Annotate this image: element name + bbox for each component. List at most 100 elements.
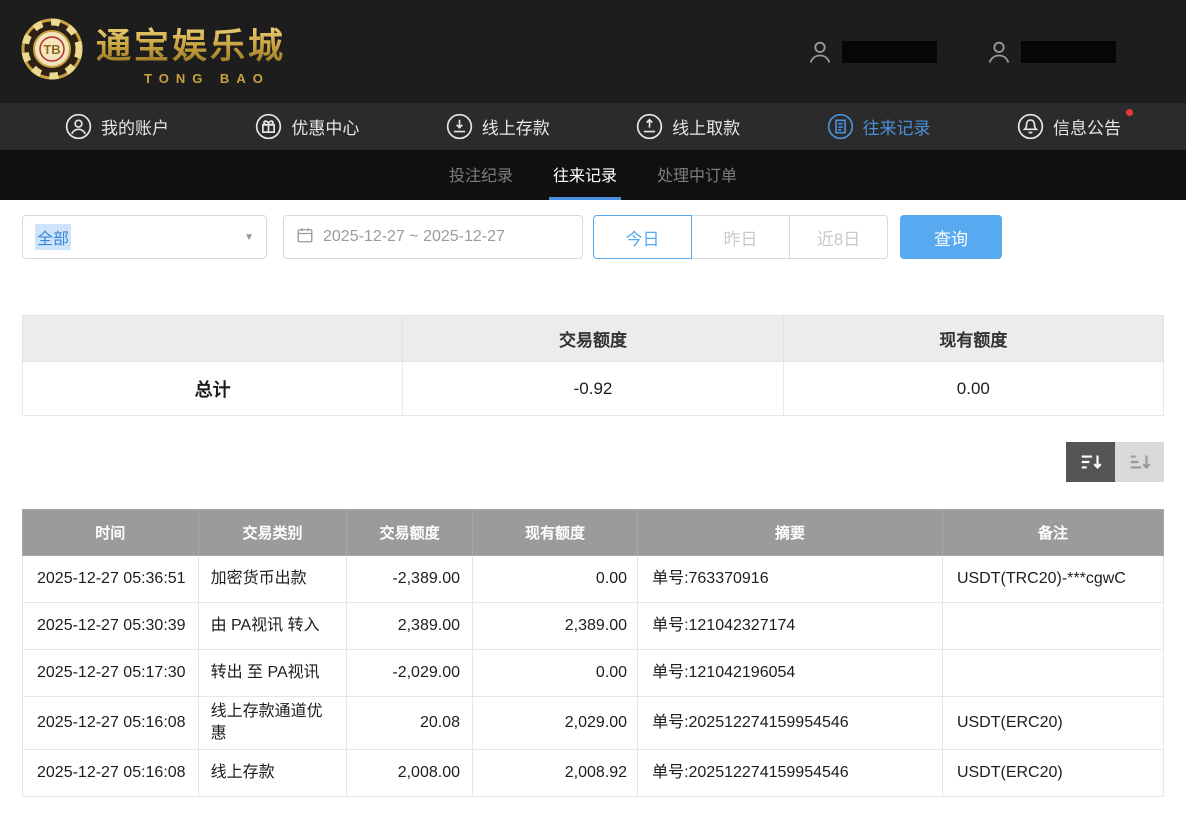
cell-remark: USDT(ERC20): [942, 750, 1163, 797]
tab-pending-orders[interactable]: 处理中订单: [653, 150, 741, 200]
nav-item-my-account[interactable]: 我的账户: [65, 113, 169, 140]
type-select[interactable]: 全部 ▼: [22, 215, 267, 259]
records-icon: [827, 113, 854, 140]
col-header-balance: 现有额度: [472, 510, 637, 556]
chip-text: TB: [43, 42, 60, 57]
summary-balance-header: 现有额度: [783, 316, 1163, 362]
cell-type: 线上存款: [198, 750, 347, 797]
sort-controls: [22, 442, 1164, 482]
summary-empty-header: [23, 316, 403, 362]
date-range-input[interactable]: 2025-12-27 ~ 2025-12-27: [283, 215, 583, 259]
cell-time: 2025-12-27 05:17:30: [23, 650, 199, 697]
col-header-remark: 备注: [942, 510, 1163, 556]
cell-balance: 2,008.92: [472, 750, 637, 797]
deposit-icon: [446, 113, 473, 140]
table-row: 2025-12-27 05:30:39 由 PA视讯 转入 2,389.00 2…: [23, 603, 1164, 650]
summary-amount-header: 交易额度: [403, 316, 783, 362]
redacted-text-bar: [1021, 41, 1116, 63]
last-8-days-button[interactable]: 近8日: [789, 215, 888, 259]
table-row: 2025-12-27 05:16:08 线上存款通道优惠 20.08 2,029…: [23, 697, 1164, 750]
query-button[interactable]: 查询: [900, 215, 1002, 259]
summary-total-row: 总计 -0.92 0.00: [23, 362, 1164, 416]
col-header-amount: 交易额度: [347, 510, 473, 556]
nav-item-withdraw[interactable]: 线上取款: [636, 113, 740, 140]
quick-date-group: 今日 昨日 近8日: [593, 215, 888, 259]
redacted-info-1: [806, 38, 937, 66]
brand-subtitle: TONG BAO: [96, 71, 286, 86]
table-header-row: 时间 交易类别 交易额度 现有额度 摘要 备注: [23, 510, 1164, 556]
main-nav: 我的账户 优惠中心 线上存款 线上取款: [0, 103, 1186, 150]
cell-type: 转出 至 PA视讯: [198, 650, 347, 697]
top-header: TB 通宝娱乐城 TONG BAO: [0, 0, 1186, 103]
cell-amount: 20.08: [347, 697, 473, 750]
table-row: 2025-12-27 05:17:30 转出 至 PA视讯 -2,029.00 …: [23, 650, 1164, 697]
brand-title: 通宝娱乐城: [96, 18, 286, 69]
date-range-value: 2025-12-27 ~ 2025-12-27: [323, 228, 505, 246]
cell-time: 2025-12-27 05:30:39: [23, 603, 199, 650]
nav-label: 信息公告: [1053, 114, 1121, 139]
cell-summary: 单号:202512274159954546: [638, 697, 943, 750]
calendar-icon: [296, 226, 314, 249]
transactions-table: 时间 交易类别 交易额度 现有额度 摘要 备注 2025-12-27 05:36…: [22, 509, 1164, 797]
cell-time: 2025-12-27 05:36:51: [23, 556, 199, 603]
cell-remark: USDT(TRC20)-***cgwC: [942, 556, 1163, 603]
nav-item-records[interactable]: 往来记录: [827, 113, 931, 140]
cell-balance: 2,389.00: [472, 603, 637, 650]
cell-amount: -2,389.00: [347, 556, 473, 603]
tab-transaction-records[interactable]: 往来记录: [549, 150, 621, 200]
nav-item-deposit[interactable]: 线上存款: [446, 113, 550, 140]
cell-balance: 2,029.00: [472, 697, 637, 750]
account-icon: [65, 113, 92, 140]
col-header-summary: 摘要: [638, 510, 943, 556]
nav-label: 优惠中心: [291, 114, 359, 139]
cell-balance: 0.00: [472, 650, 637, 697]
header-user-area: [806, 38, 1166, 66]
cell-summary: 单号:121042327174: [638, 603, 943, 650]
col-header-type: 交易类别: [198, 510, 347, 556]
cell-summary: 单号:763370916: [638, 556, 943, 603]
nav-label: 往来记录: [863, 114, 931, 139]
cell-time: 2025-12-27 05:16:08: [23, 750, 199, 797]
redacted-text-bar: [842, 41, 937, 63]
sort-ascending-button[interactable]: [1115, 442, 1164, 482]
bell-icon: [1017, 113, 1044, 140]
nav-label: 我的账户: [101, 114, 169, 139]
table-row: 2025-12-27 05:16:08 线上存款 2,008.00 2,008.…: [23, 750, 1164, 797]
wallet-icon: [985, 38, 1013, 66]
total-current-balance: 0.00: [783, 362, 1163, 416]
cell-amount: 2,389.00: [347, 603, 473, 650]
filter-bar: 全部 ▼ 2025-12-27 ~ 2025-12-27 今日 昨日 近8日 查…: [22, 215, 1164, 259]
brand-logo: TB 通宝娱乐城 TONG BAO: [20, 17, 286, 86]
yesterday-button[interactable]: 昨日: [691, 215, 790, 259]
cell-amount: -2,029.00: [347, 650, 473, 697]
cell-type: 线上存款通道优惠: [198, 697, 347, 750]
type-select-value: 全部: [35, 224, 71, 250]
gift-icon: [255, 113, 282, 140]
cell-time: 2025-12-27 05:16:08: [23, 697, 199, 750]
total-label: 总计: [23, 362, 403, 416]
cell-summary: 单号:202512274159954546: [638, 750, 943, 797]
withdraw-icon: [636, 113, 663, 140]
cell-amount: 2,008.00: [347, 750, 473, 797]
user-icon: [806, 38, 834, 66]
col-header-time: 时间: [23, 510, 199, 556]
total-transaction-amount: -0.92: [403, 362, 783, 416]
cell-remark: [942, 603, 1163, 650]
record-tabs: 投注纪录 往来记录 处理中订单: [0, 150, 1186, 200]
poker-chip-icon: TB: [20, 17, 84, 86]
sort-descending-button[interactable]: [1066, 442, 1115, 482]
nav-item-announcements[interactable]: 信息公告: [1017, 113, 1121, 140]
summary-table: 交易额度 现有额度 总计 -0.92 0.00: [22, 315, 1164, 416]
cell-type: 由 PA视讯 转入: [198, 603, 347, 650]
cell-remark: USDT(ERC20): [942, 697, 1163, 750]
nav-label: 线上存款: [482, 114, 550, 139]
cell-remark: [942, 650, 1163, 697]
tab-betting-records[interactable]: 投注纪录: [445, 150, 517, 200]
redacted-info-2: [985, 38, 1116, 66]
today-button[interactable]: 今日: [593, 215, 692, 259]
nav-item-promotions[interactable]: 优惠中心: [255, 113, 359, 140]
cell-summary: 单号:121042196054: [638, 650, 943, 697]
chevron-down-icon: ▼: [244, 232, 254, 243]
notification-dot: [1126, 109, 1133, 116]
table-row: 2025-12-27 05:36:51 加密货币出款 -2,389.00 0.0…: [23, 556, 1164, 603]
